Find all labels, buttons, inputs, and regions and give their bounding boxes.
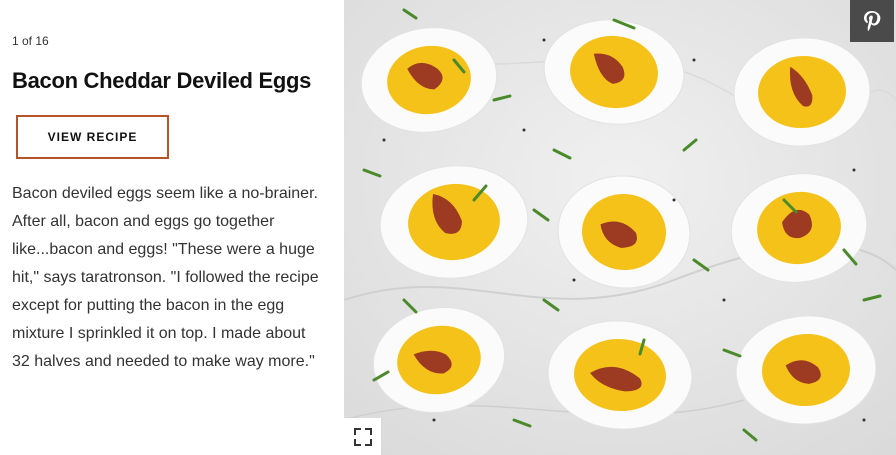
pinterest-icon <box>864 11 881 32</box>
pinterest-button[interactable] <box>850 0 894 42</box>
slide-info-panel: 1 of 16 Bacon Cheddar Deviled Eggs VIEW … <box>0 0 344 455</box>
deviled-eggs-image <box>344 0 896 455</box>
view-recipe-button[interactable]: VIEW RECIPE <box>16 115 169 159</box>
slide-description: Bacon deviled eggs seem like a no-braine… <box>12 185 319 370</box>
slide-title: Bacon Cheddar Deviled Eggs <box>12 68 312 93</box>
expand-button[interactable] <box>344 418 381 455</box>
recipe-photo <box>344 0 896 455</box>
slide-counter: 1 of 16 <box>12 34 49 48</box>
expand-icon <box>353 427 372 446</box>
